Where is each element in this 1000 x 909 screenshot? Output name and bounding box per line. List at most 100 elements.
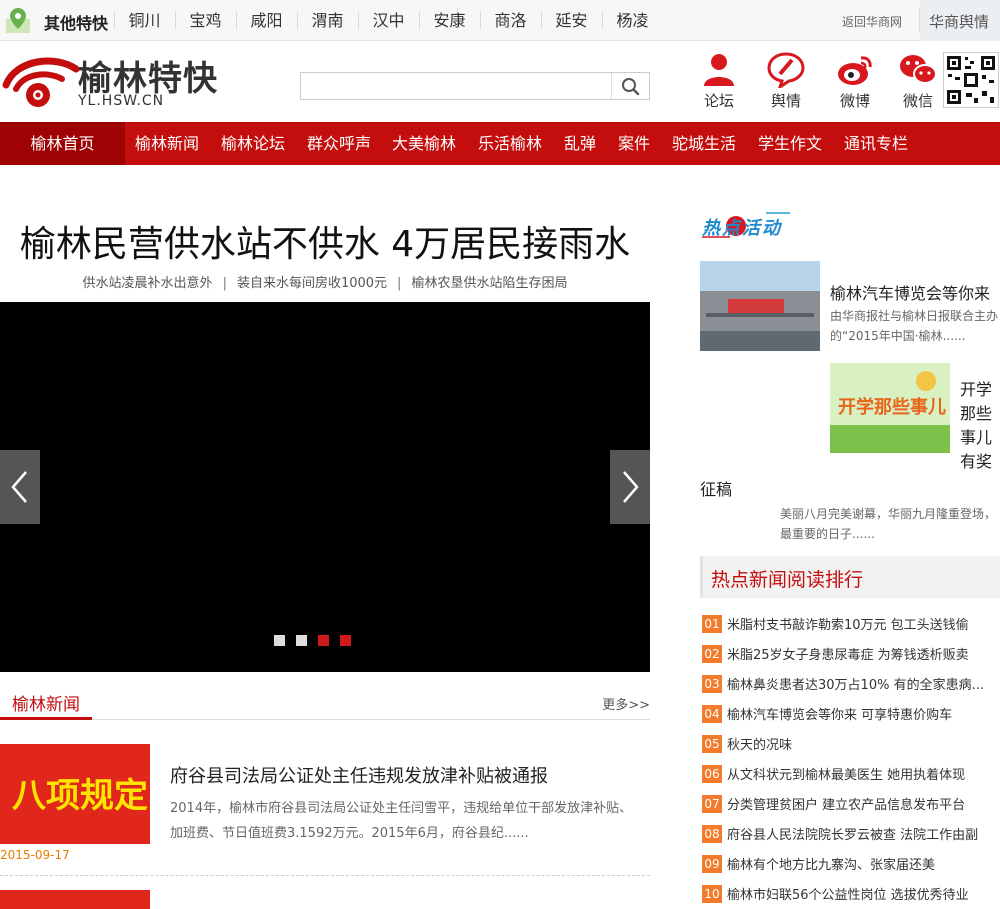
activity-summary: 美丽八月完美谢幕，华丽九月隆重登场，最重要的日子...... [780, 507, 997, 541]
slider-dot[interactable] [274, 635, 285, 646]
activity-image-text: 开学那些事儿 [838, 397, 946, 418]
site-logo[interactable]: 榆林特快 YL.HSW.CN [2, 51, 222, 113]
nav-item[interactable]: 榆林论坛 [209, 122, 297, 165]
nav-item-home[interactable]: 榆林首页 [0, 122, 125, 165]
image-slider[interactable] [0, 302, 650, 672]
nav-item[interactable]: 群众呼声 [297, 122, 381, 165]
list-item[interactable]: 09 榆林有个地方比九寨沟、张家届还美 [700, 852, 1000, 882]
wechat-icon [900, 55, 937, 84]
wechat-link[interactable]: 微信 [893, 52, 943, 110]
city-link[interactable]: 延安 [541, 0, 602, 41]
logo-domain: YL.HSW.CN [78, 93, 165, 109]
more-link[interactable]: 更多>> [602, 694, 650, 713]
news-summary: 2014年，榆林市府谷县司法局公证处主任闫雪平，违规给单位干部发放津补贴、加班费… [170, 801, 633, 841]
rank-badge: 10 [702, 885, 722, 903]
ranking-header: 热点新闻阅读排行 [700, 556, 1000, 598]
rank-link[interactable]: 从文科状元到榆林最美医生 她用执着体现 [727, 764, 1000, 783]
weibo-link[interactable]: 微博 [830, 52, 880, 110]
rank-link[interactable]: 米脂村支书敲诈勒索10万元 包工头送钱偷 [727, 614, 1000, 633]
rank-link[interactable]: 榆林市妇联56个公益性岗位 选拔优秀待业 [727, 884, 1000, 903]
list-item[interactable]: 04 榆林汽车博览会等你来 可享特惠价购车 [700, 702, 1000, 732]
slider-dot[interactable] [296, 635, 307, 646]
yuqing-link[interactable]: 舆情 [761, 52, 811, 110]
weibo-label: 微博 [839, 92, 870, 110]
search-button[interactable] [611, 73, 649, 99]
activity-image[interactable]: 开学那些事儿 [830, 363, 950, 453]
ranking-list: 01 米脂村支书敲诈勒索10万元 包工头送钱偷 02 米脂25岁女子身患尿毒症 为筹… [700, 612, 1000, 909]
list-item[interactable]: 01 米脂村支书敲诈勒索10万元 包工头送钱偷 [700, 612, 1000, 642]
nav-item[interactable]: 乐活榆林 [467, 122, 553, 165]
forum-link[interactable]: 论坛 [694, 52, 744, 110]
list-item[interactable]: 08 府谷县人民法院院长罗云被查 法院工作由副 [700, 822, 1000, 852]
nav-item[interactable]: 案件 [607, 122, 661, 165]
nav-item[interactable]: 乱弹 [553, 122, 607, 165]
activity-title[interactable]: 开学那些事儿有奖 [960, 378, 1000, 474]
rank-link[interactable]: 榆林有个地方比九寨沟、张家届还美 [727, 854, 1000, 873]
top-city-bar: 其他特快 铜川 宝鸡 咸阳 渭南 汉中 安康 商洛 延安 杨凌 返回华商网 华商… [0, 0, 1000, 41]
city-link[interactable]: 杨凌 [602, 0, 663, 41]
city-link[interactable]: 渭南 [297, 0, 358, 41]
city-link[interactable]: 安康 [419, 0, 480, 41]
city-link[interactable]: 商洛 [480, 0, 541, 41]
news-section-title[interactable]: 榆林新闻 [0, 690, 92, 720]
list-item[interactable]: 06 从文科状元到榆林最美医生 她用执着体现 [700, 762, 1000, 792]
subhead-link[interactable]: 装自来水每间房收1000元 [237, 276, 387, 291]
headline-title[interactable]: 榆林民营供水站不供水 4万居民接雨水 [0, 215, 650, 267]
city-link[interactable]: 宝鸡 [175, 0, 236, 41]
rank-link[interactable]: 秋天的况味 [727, 734, 1000, 753]
thumbnail-text: 八项规定 [12, 776, 148, 816]
search-input[interactable] [301, 73, 611, 99]
hot-activity-logo: 热点活动 [700, 210, 800, 242]
activity-image[interactable] [700, 261, 820, 351]
rank-badge: 06 [702, 765, 722, 783]
city-link[interactable]: 汉中 [358, 0, 419, 41]
weibo-icon [838, 56, 872, 85]
rank-link[interactable]: 米脂25岁女子身患尿毒症 为筹钱透析贩卖 [727, 644, 1000, 663]
subhead-link[interactable]: 榆林农垦供水站陷生存困局 [411, 276, 567, 291]
rank-link[interactable]: 榆林汽车博览会等你来 可享特惠价购车 [727, 704, 1000, 723]
nav-item[interactable]: 大美榆林 [381, 122, 467, 165]
rank-badge: 08 [702, 825, 722, 843]
list-item[interactable]: 02 米脂25岁女子身患尿毒症 为筹钱透析贩卖 [700, 642, 1000, 672]
rank-link[interactable]: 府谷县人民法院院长罗云被查 法院工作由副 [727, 824, 1000, 843]
nav-item[interactable]: 学生作文 [747, 122, 833, 165]
rank-badge: 09 [702, 855, 722, 873]
list-item[interactable]: 10 榆林市妇联56个公益性岗位 选拔优秀待业 [700, 882, 1000, 909]
rank-badge: 03 [702, 675, 722, 693]
search-icon [622, 78, 640, 96]
city-link[interactable]: 铜川 [114, 0, 175, 41]
nav-item[interactable]: 榆林新闻 [125, 122, 209, 165]
activity-title[interactable]: 榆林汽车博览会等你来 [830, 280, 990, 304]
rank-link[interactable]: 榆林鼻炎患者达30万占10% 有的全家患病... [727, 674, 1000, 693]
news-title[interactable]: 府谷县司法局公证处主任违规发放津补贴被通报 [170, 762, 548, 788]
rank-badge: 01 [702, 615, 722, 633]
yuqing-label: 舆情 [770, 92, 801, 110]
list-item[interactable]: 07 分类管理贫困户 建立农产品信息发布平台 [700, 792, 1000, 822]
rank-badge: 05 [702, 735, 722, 753]
divider: | [222, 276, 227, 291]
list-item[interactable]: 03 榆林鼻炎患者达30万占10% 有的全家患病... [700, 672, 1000, 702]
nav-item[interactable]: 驼城生活 [661, 122, 747, 165]
slider-next-button[interactable] [610, 450, 650, 524]
list-item[interactable]: 05 秋天的况味 [700, 732, 1000, 762]
slider-dots [274, 635, 362, 646]
slider-dot[interactable] [340, 635, 351, 646]
slider-prev-button[interactable] [0, 450, 40, 524]
slider-dot-active[interactable] [318, 635, 329, 646]
back-to-hsw-link[interactable]: 返回华商网 [842, 13, 902, 30]
city-link[interactable]: 咸阳 [236, 0, 297, 41]
forum-label: 论坛 [703, 92, 734, 110]
activity-summary: 由华商报社与榆林日报联合主办的“2015年中国·榆林...... [830, 309, 999, 343]
hsw-yuqing-tab[interactable]: 华商舆情 [920, 0, 1000, 41]
activity-title-continued[interactable]: 征稿 [700, 476, 732, 500]
city-list: 铜川 宝鸡 咸阳 渭南 汉中 安康 商洛 延安 杨凌 [114, 0, 663, 41]
subhead-link[interactable]: 供水站凌晨补水出意外 [83, 276, 213, 291]
nav-item[interactable]: 通讯专栏 [833, 122, 919, 165]
rank-link[interactable]: 分类管理贫困户 建立农产品信息发布平台 [727, 794, 1000, 813]
hot-activity-text: 热点活动 [702, 218, 782, 239]
news-thumbnail[interactable]: 八项规定 [0, 744, 150, 844]
main-nav: 榆林首页 榆林新闻 榆林论坛 群众呼声 大美榆林 乐活榆林 乱弹 案件 驼城生活… [0, 122, 1000, 165]
photo-image [700, 261, 820, 351]
wechat-label: 微信 [902, 92, 933, 110]
news-thumbnail[interactable] [0, 890, 150, 909]
